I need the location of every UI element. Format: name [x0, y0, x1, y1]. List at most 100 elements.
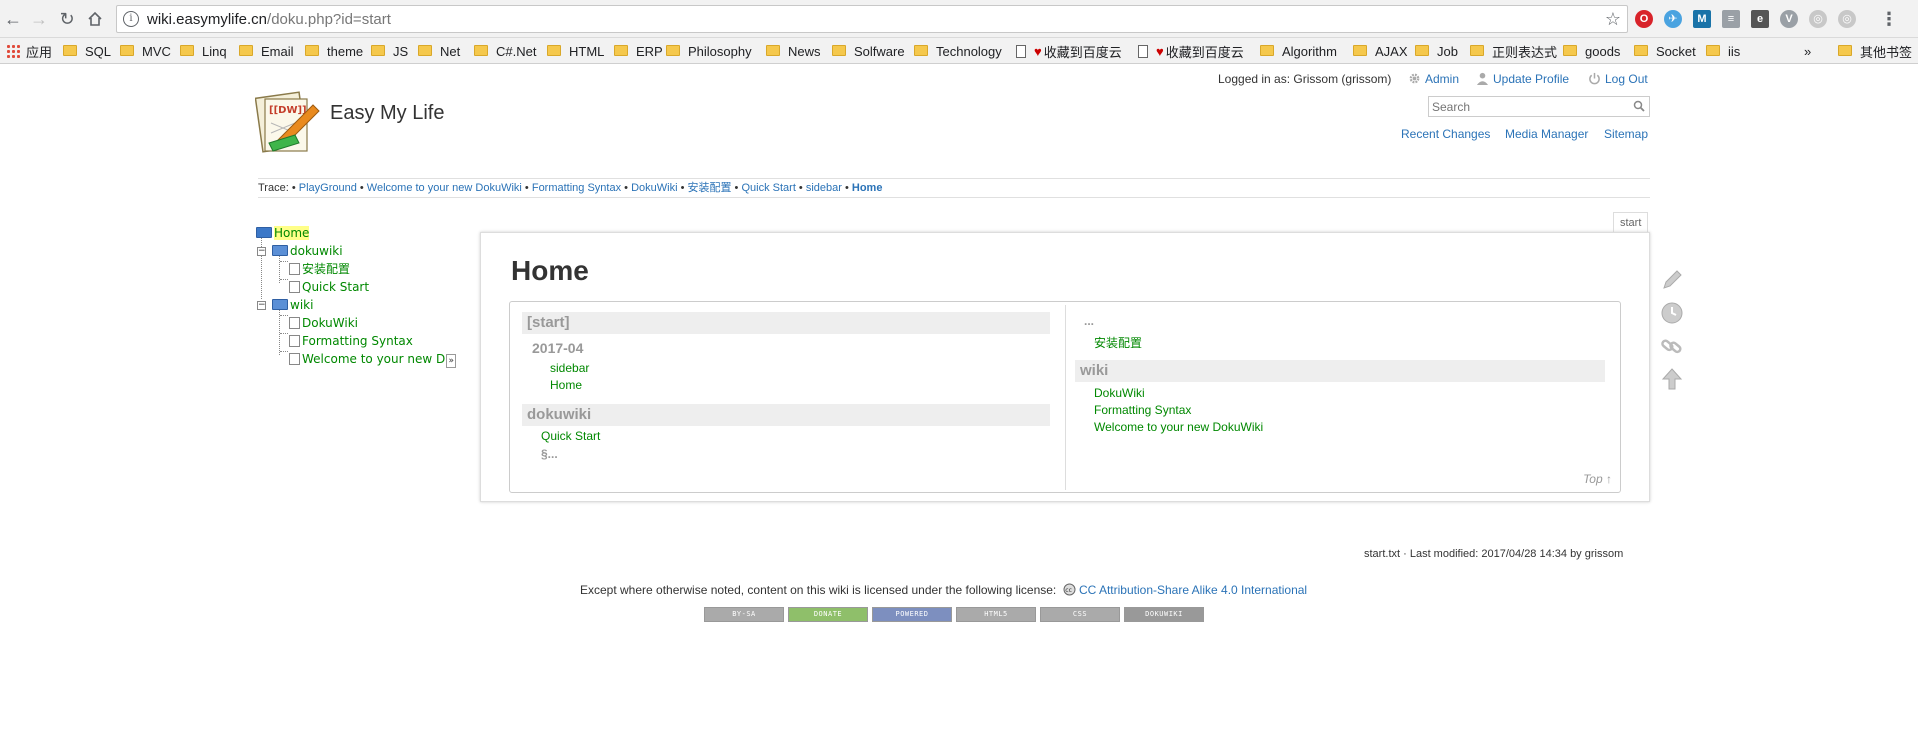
bookmark-folder[interactable]: Technology [914, 43, 1002, 59]
forward-icon[interactable]: → [28, 8, 50, 30]
bookmark-folder[interactable]: Email [239, 43, 294, 59]
back-to-top-link[interactable]: Top ↑ [1583, 472, 1612, 486]
extension-icon[interactable]: ✈ [1664, 10, 1682, 28]
media-manager-link[interactable]: Media Manager [1505, 127, 1588, 141]
bookmark-folder[interactable]: Socket [1634, 43, 1696, 59]
tree-page[interactable]: Quick Start [289, 279, 369, 297]
search-input[interactable] [1429, 97, 1619, 116]
admin-link[interactable]: Admin [1408, 72, 1459, 86]
bookmarks-overflow-button[interactable]: » [1804, 43, 1811, 59]
folder-icon [614, 44, 628, 56]
w3c-html5-badge[interactable]: HTML5 [956, 607, 1036, 622]
history-clock-icon[interactable] [1660, 301, 1684, 325]
tree-page[interactable]: Formatting Syntax [289, 333, 413, 351]
tree-ns-dokuwiki[interactable]: dokuwiki [272, 243, 343, 261]
folder-icon [239, 44, 253, 56]
menu-icon[interactable]: ⋮ [1880, 10, 1898, 28]
bookmark-folder[interactable]: goods [1563, 43, 1620, 59]
trace-item[interactable]: Welcome to your new DokuWiki [367, 182, 522, 194]
bars-extension-icon[interactable]: ≡ [1722, 10, 1740, 28]
vue-extension-icon[interactable]: V [1780, 10, 1798, 28]
bookmark-star-icon[interactable]: ☆ [1605, 9, 1621, 30]
bookmark-folder[interactable]: Solfware [832, 43, 905, 59]
svg-text:[[DW]]: [[DW]] [269, 105, 307, 116]
trace-item[interactable]: 安装配置 [688, 182, 732, 194]
license-link[interactable]: CC Attribution-Share Alike 4.0 Internati… [1079, 583, 1307, 597]
tree-page[interactable]: DokuWiki [289, 315, 358, 333]
evernote-extension-icon[interactable]: e [1751, 10, 1769, 28]
php-powered-badge[interactable]: POWERED [872, 607, 952, 622]
index-ellipsis: ... [1084, 314, 1095, 328]
tree-page[interactable]: 安装配置 [289, 261, 350, 279]
bookmark-folder[interactable]: C#.Net [474, 43, 536, 59]
tree-home[interactable]: Home [256, 225, 310, 243]
trace-item[interactable]: Formatting Syntax [532, 182, 621, 194]
tree-ns-wiki[interactable]: wiki [272, 297, 313, 315]
back-icon[interactable]: ← [2, 8, 24, 30]
index-more-link[interactable]: §... [541, 447, 558, 461]
index-link[interactable]: Welcome to your new DokuWiki [1094, 420, 1263, 434]
index-link[interactable]: DokuWiki [1094, 386, 1145, 400]
folder-icon [1563, 44, 1577, 56]
grey-extension-icon-2[interactable]: ◎ [1838, 10, 1856, 28]
backlinks-chain-icon[interactable] [1660, 334, 1684, 358]
index-link[interactable]: Formatting Syntax [1094, 403, 1191, 417]
w3c-css-badge[interactable]: CSS [1040, 607, 1120, 622]
bookmark-folder[interactable]: Job [1415, 43, 1458, 59]
index-link[interactable]: Home [550, 378, 582, 392]
bookmark-page[interactable]: ♥ 收藏到百度云 [1016, 43, 1122, 60]
collapse-icon[interactable]: − [257, 247, 266, 256]
collapse-icon[interactable]: − [257, 301, 266, 310]
expand-more-icon[interactable]: » [446, 354, 457, 368]
folder-icon [1706, 44, 1720, 56]
bookmark-folder[interactable]: JS [371, 43, 408, 59]
bookmark-apps[interactable]: 应用 [6, 43, 52, 60]
cc-by-sa-badge[interactable]: BY-SA [704, 607, 784, 622]
info-icon[interactable]: i [123, 11, 139, 27]
bookmark-folder[interactable]: HTML [547, 43, 604, 59]
search-icon[interactable] [1633, 100, 1645, 112]
folder-icon [832, 44, 846, 56]
folder-icon [418, 44, 432, 56]
sitemap-link[interactable]: Sitemap [1604, 127, 1648, 141]
index-link[interactable]: sidebar [550, 361, 589, 375]
bookmark-folder[interactable]: ERP [614, 43, 663, 59]
m-extension-icon[interactable]: M [1693, 10, 1711, 28]
index-link[interactable]: 安装配置 [1094, 334, 1142, 351]
logout-link[interactable]: Log Out [1588, 72, 1648, 86]
bookmark-page[interactable]: ♥ 收藏到百度云 [1138, 43, 1244, 60]
edit-pencil-icon[interactable] [1660, 268, 1684, 292]
index-link[interactable]: Quick Start [541, 429, 600, 443]
trace-current[interactable]: Home [852, 182, 883, 194]
dokuwiki-logo[interactable]: [[DW]] [255, 89, 321, 155]
bookmark-folder[interactable]: theme [305, 43, 363, 59]
address-bar[interactable]: i wiki.easymylife.cn/doku.php?id=start ☆ [116, 5, 1628, 33]
bookmark-folder[interactable]: 正则表达式 [1470, 43, 1557, 60]
donate-badge[interactable]: DONATE [788, 607, 868, 622]
bookmark-folder[interactable]: AJAX [1353, 43, 1408, 59]
bookmark-folder[interactable]: Algorithm [1260, 43, 1337, 59]
update-profile-link[interactable]: Update Profile [1476, 72, 1569, 86]
home-icon[interactable] [84, 8, 106, 30]
bookmark-folder[interactable]: Linq [180, 43, 227, 59]
trace-item[interactable]: DokuWiki [631, 182, 677, 194]
bookmark-folder[interactable]: Net [418, 43, 460, 59]
bookmark-folder[interactable]: iis [1706, 43, 1740, 59]
bookmark-folder[interactable]: SQL [63, 43, 111, 59]
back-to-top-arrow-icon[interactable] [1660, 367, 1684, 391]
opera-extension-icon[interactable]: O [1635, 10, 1653, 28]
dokuwiki-badge[interactable]: DOKUWIKI [1124, 607, 1204, 622]
tree-page[interactable]: Welcome to your new D» [289, 351, 457, 369]
document-info: start.txt · Last modified: 2017/04/28 14… [1364, 548, 1624, 560]
recent-changes-link[interactable]: Recent Changes [1401, 127, 1490, 141]
grey-extension-icon[interactable]: ◎ [1809, 10, 1827, 28]
trace-item[interactable]: sidebar [806, 182, 842, 194]
site-title[interactable]: Easy My Life [330, 102, 444, 125]
trace-item[interactable]: PlayGround [299, 182, 357, 194]
bookmark-folder[interactable]: Philosophy [666, 43, 752, 59]
bookmark-folder[interactable]: MVC [120, 43, 171, 59]
trace-item[interactable]: Quick Start [741, 182, 795, 194]
bookmark-folder[interactable]: News [766, 43, 821, 59]
reload-icon[interactable]: ↻ [56, 8, 78, 30]
bookmark-other-folder[interactable]: 其他书签 [1838, 43, 1912, 60]
